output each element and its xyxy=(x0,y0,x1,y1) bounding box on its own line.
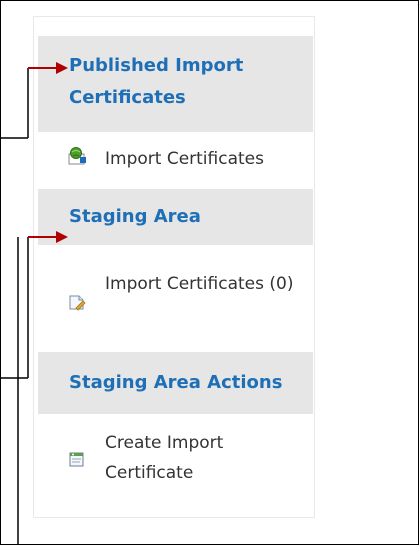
annotation-arrows xyxy=(0,62,68,545)
arrow-head-icon xyxy=(56,231,68,243)
arrow-head-icon xyxy=(56,62,68,74)
